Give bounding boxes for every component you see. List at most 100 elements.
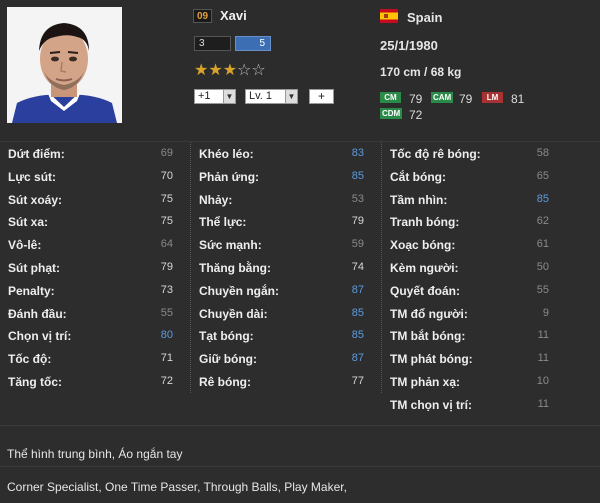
- attribute-label: Dứt điểm:: [8, 147, 65, 161]
- attribute-row: Nhảy: 53: [191, 188, 381, 211]
- attribute-row: Sức mạnh: 59: [191, 233, 381, 256]
- star-icon: ★: [194, 62, 209, 79]
- attribute-row: TM bắt bóng: 11: [382, 324, 566, 347]
- attribute-row: Sút xa: 75: [0, 210, 190, 233]
- attribute-label: Xoạc bóng:: [390, 238, 456, 253]
- attribute-value: 77: [351, 374, 364, 387]
- attribute-value: 61: [536, 238, 549, 251]
- attribute-label: Thăng bằng:: [199, 260, 271, 275]
- attributes-grid: Dứt điểm: 69 Lực sút: 70 Sút xoáy: 75 Sút xa: 7…: [0, 141, 600, 426]
- attribute-label: Sút xa:: [8, 215, 49, 230]
- attribute-value: 80: [160, 329, 173, 342]
- date-of-birth: 25/1/1980: [380, 38, 438, 53]
- attribute-value: 85: [351, 329, 364, 342]
- attributes-column-3: Tốc độ rê bóng: 58 Cắt bóng: 65 Tầm nhìn: 85 T…: [382, 142, 566, 416]
- attributes-column-1: Dứt điểm: 69 Lực sút: 70 Sút xoáy: 75 Sút xa: 7…: [0, 142, 190, 393]
- attribute-value: 79: [160, 260, 173, 273]
- attribute-row: Chuyền dài: 85: [191, 302, 381, 325]
- attribute-row: Chọn vị trí: 80: [0, 324, 190, 347]
- attribute-value: 10: [536, 374, 549, 387]
- star-empty-icon: ☆: [237, 62, 252, 79]
- attribute-value: 70: [160, 169, 173, 182]
- attribute-value: 11: [537, 352, 549, 365]
- attribute-label: Chọn vị trí:: [8, 329, 72, 344]
- attribute-label: Phản ứng:: [199, 169, 260, 184]
- attribute-row: Kèm người: 50: [382, 256, 566, 279]
- star-icon: ★: [208, 62, 223, 79]
- attribute-row: Tăng tốc: 72: [0, 370, 190, 393]
- body-type-text: Thể hình trung bình, Áo ngắn tay: [7, 447, 183, 461]
- attribute-row: TM phản xạ: 10: [382, 370, 566, 393]
- level-box: 5: [235, 36, 271, 51]
- attribute-row: TM phát bóng: 11: [382, 347, 566, 370]
- attribute-label: Sút phạt:: [8, 260, 60, 275]
- attribute-row: Tranh bóng: 62: [382, 210, 566, 233]
- attribute-label: Sút xoáy:: [8, 192, 63, 207]
- attribute-label: Penalty:: [8, 283, 55, 298]
- attribute-value: 59: [351, 238, 364, 251]
- attribute-label: Kèm người:: [390, 260, 459, 275]
- attribute-label: TM phản xạ:: [390, 374, 461, 389]
- attribute-value: 65: [536, 169, 549, 182]
- attribute-label: Quyết đoán:: [390, 283, 461, 298]
- attribute-label: Nhảy:: [199, 192, 233, 207]
- upgrade-count-box: 3: [194, 36, 231, 51]
- position-badge-cm: CM: [380, 92, 401, 103]
- attribute-row: Thể lực: 79: [191, 210, 381, 233]
- attribute-row: Tạt bóng: 85: [191, 324, 381, 347]
- attribute-value: 87: [351, 352, 364, 365]
- attribute-row: Sút phạt: 79: [0, 256, 190, 279]
- star-icon: ★: [222, 62, 238, 79]
- star-empty-icon: ☆: [251, 62, 266, 79]
- attribute-row: Chuyền ngắn: 87: [191, 279, 381, 302]
- attribute-value: 85: [536, 192, 549, 205]
- attribute-row: Tốc độ rê bóng: 58: [382, 142, 566, 165]
- attribute-label: Đánh đầu:: [8, 306, 67, 321]
- attribute-value: 74: [351, 260, 364, 273]
- player-name: Xavi: [220, 8, 247, 23]
- attribute-value: 11: [537, 329, 549, 342]
- attribute-value: 69: [160, 147, 173, 159]
- attribute-label: Giữ bóng:: [199, 352, 258, 367]
- attribute-row: Cắt bóng: 65: [382, 165, 566, 188]
- attribute-label: Chuyền dài:: [199, 306, 268, 321]
- rating-stars: ★★★☆☆: [194, 60, 266, 80]
- attribute-value: 75: [160, 215, 173, 228]
- attribute-value: 85: [351, 169, 364, 182]
- spain-flag-icon: [380, 9, 398, 23]
- attribute-value: 9: [542, 306, 549, 319]
- attribute-row: Dứt điểm: 69: [0, 142, 190, 165]
- attribute-label: Chuyền ngắn:: [199, 283, 279, 298]
- attribute-value: 73: [160, 283, 173, 296]
- attribute-row: Tốc độ: 71: [0, 347, 190, 370]
- player-header: 09 Xavi 3 5 ★★★☆☆ +1 ▼ Lv. 1 ▼ + Spain 2…: [0, 0, 600, 141]
- attribute-row: TM đổ người: 9: [382, 302, 566, 325]
- height-weight: 170 cm / 68 kg: [380, 65, 462, 79]
- attributes-column-2: Khéo léo: 83 Phản ứng: 85 Nhảy: 53 Thể lực: 79 S…: [190, 142, 382, 393]
- attribute-label: Tốc độ rê bóng:: [390, 147, 481, 161]
- position-badge-lm: LM: [482, 92, 503, 103]
- attribute-value: 50: [536, 260, 549, 273]
- attribute-value: 71: [160, 352, 173, 365]
- attribute-value: 55: [160, 306, 173, 319]
- position-rating-cdm: 72: [409, 108, 423, 122]
- level-select-value: Lv. 1: [249, 90, 273, 102]
- attribute-label: TM phát bóng:: [390, 352, 473, 367]
- attribute-row: Lực sút: 70: [0, 165, 190, 188]
- attribute-row: Rê bóng: 77: [191, 370, 381, 393]
- season-badge: 09: [193, 9, 212, 23]
- attribute-value: 53: [351, 192, 364, 205]
- player-card: 09 Xavi 3 5 ★★★☆☆ +1 ▼ Lv. 1 ▼ + Spain 2…: [0, 0, 600, 503]
- attribute-row: Khéo léo: 83: [191, 142, 381, 165]
- nationality: Spain: [407, 10, 443, 25]
- add-button[interactable]: +: [309, 89, 334, 104]
- attribute-row: Penalty: 73: [0, 279, 190, 302]
- upgrade-select[interactable]: +1 ▼: [194, 89, 236, 104]
- upgrade-select-value: +1: [198, 90, 211, 102]
- level-select[interactable]: Lv. 1 ▼: [245, 89, 298, 104]
- position-badge-cdm: CDM: [380, 108, 402, 119]
- position-rating-cam: 79: [459, 92, 473, 106]
- attribute-value: 83: [351, 147, 364, 159]
- attribute-row: Quyết đoán: 55: [382, 279, 566, 302]
- attribute-label: Rê bóng:: [199, 374, 251, 389]
